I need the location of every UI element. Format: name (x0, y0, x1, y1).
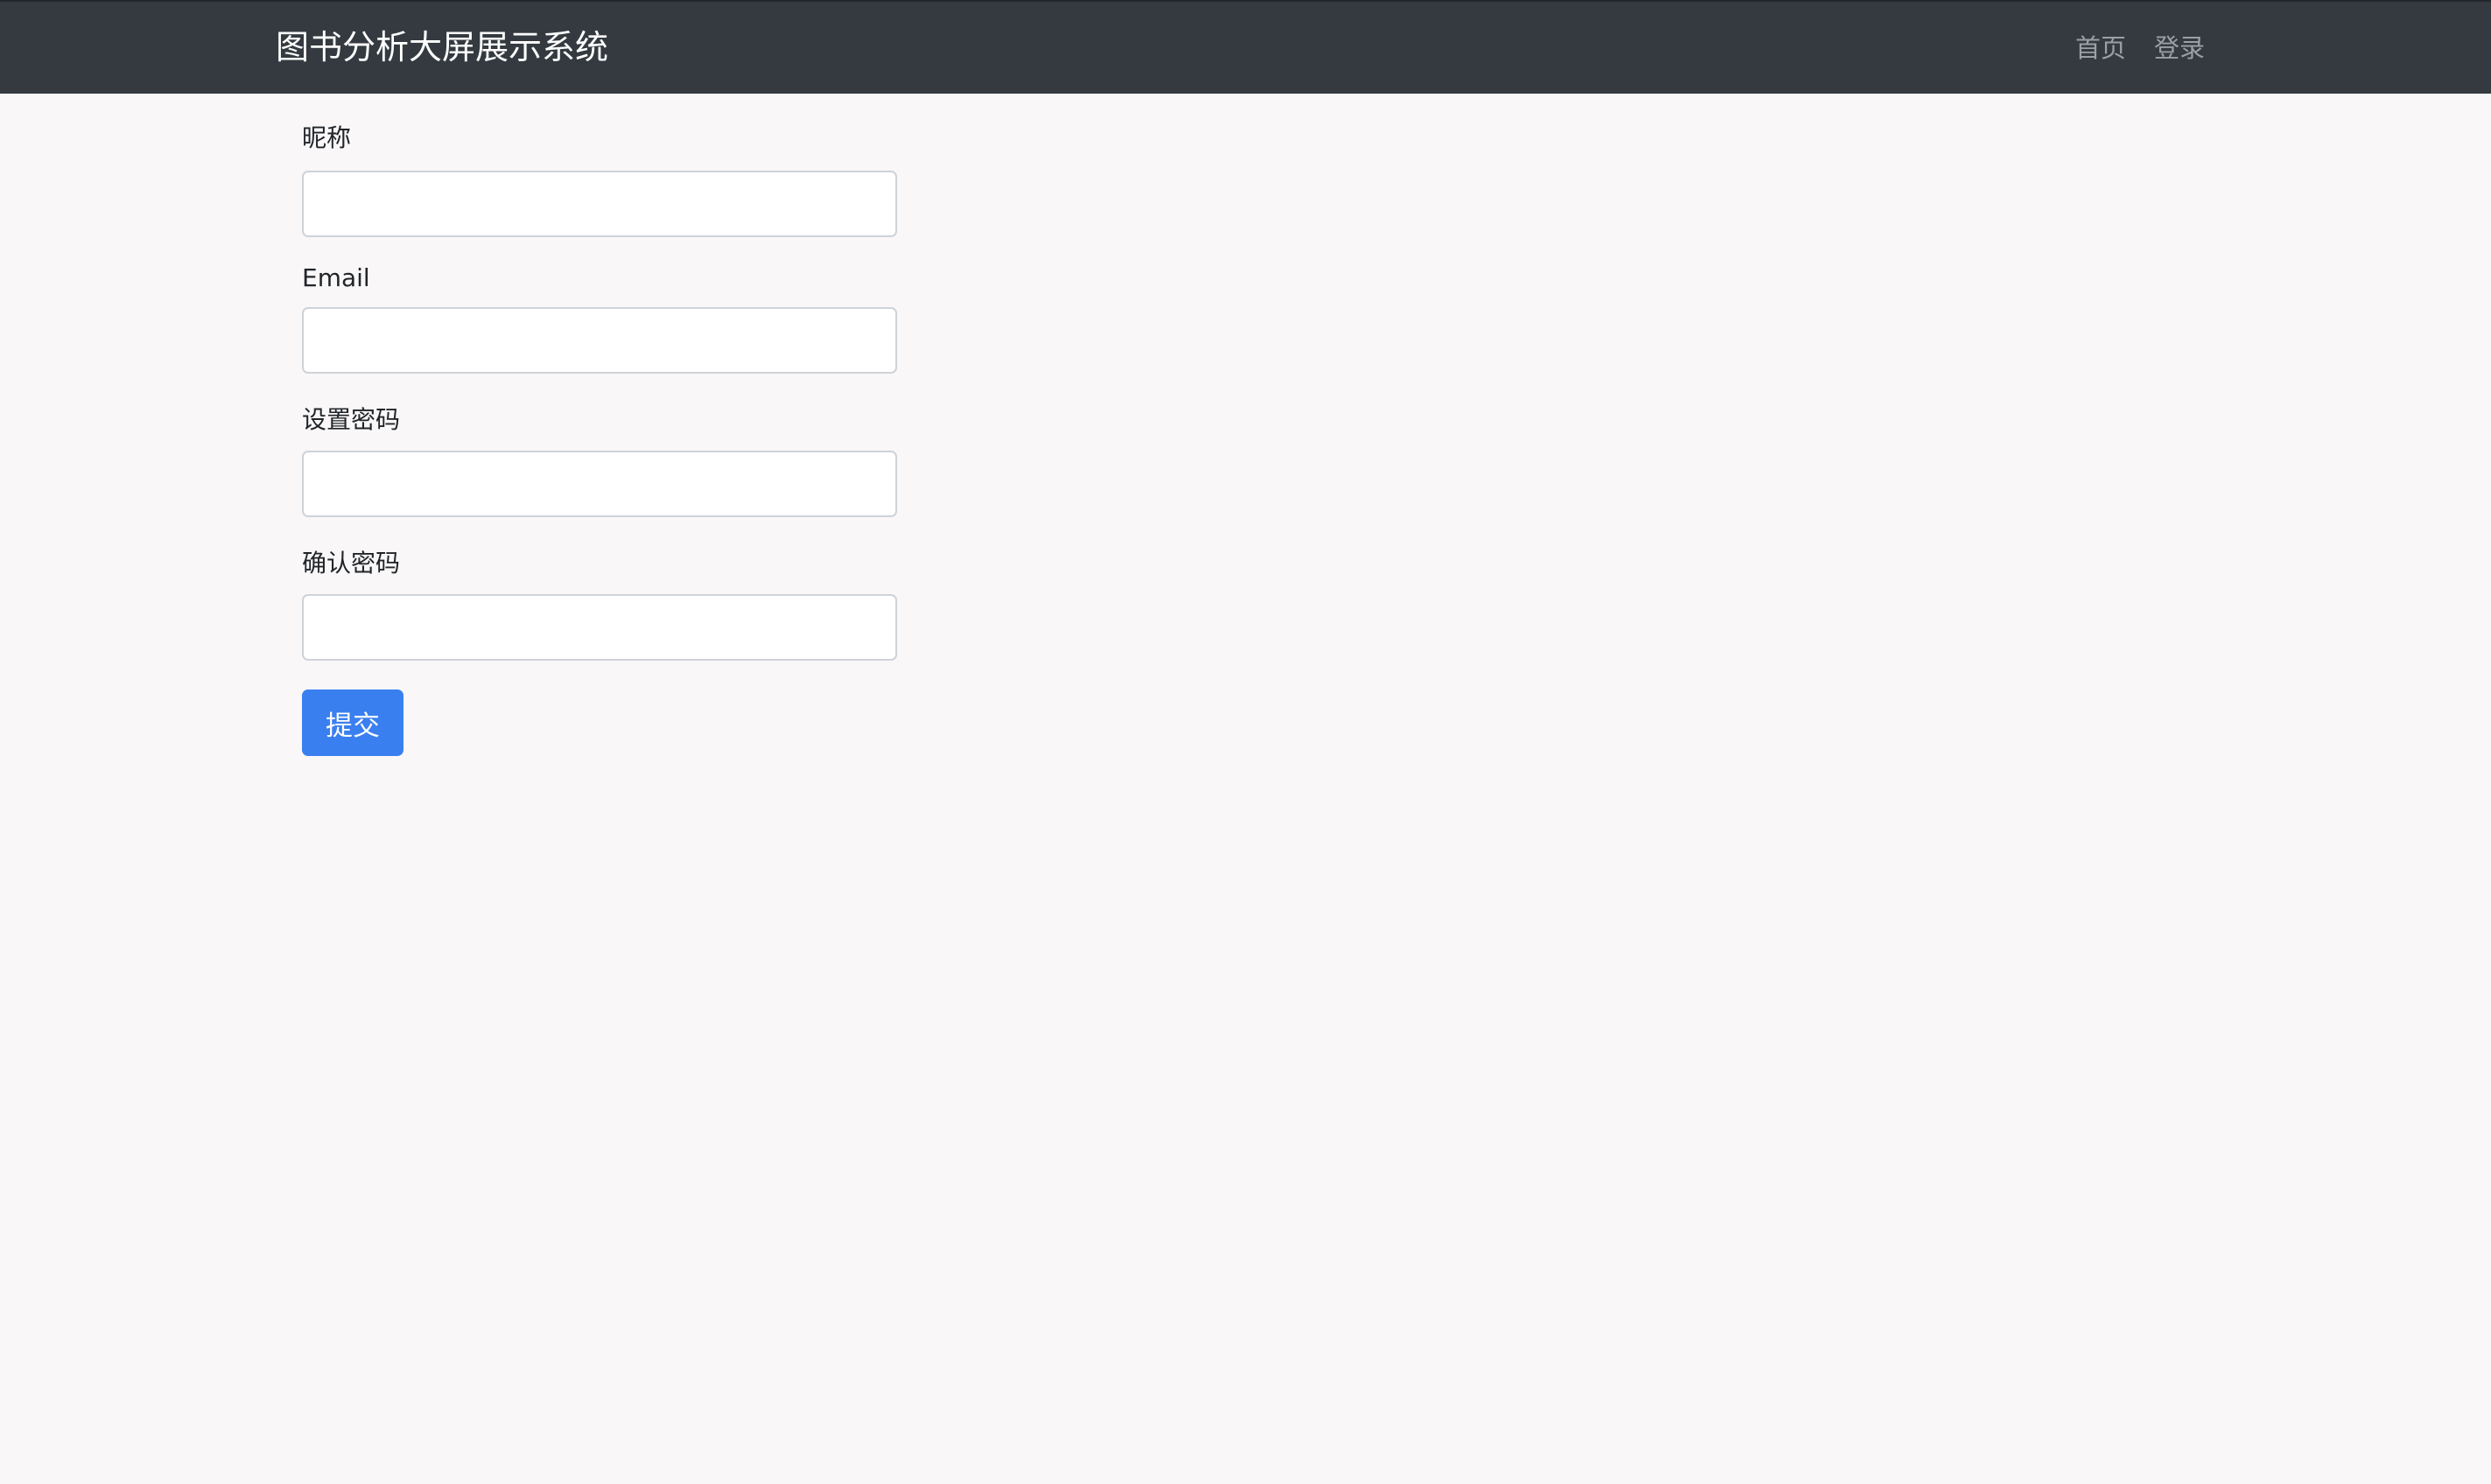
nav-links: 首页 登录 (2075, 31, 2205, 66)
set-password-label: 设置密码 (302, 405, 401, 434)
confirm-password-input[interactable] (302, 594, 897, 661)
nav-link-login[interactable]: 登录 (2154, 31, 2205, 66)
nickname-label: 昵称 (302, 123, 352, 152)
email-label: Email (302, 263, 370, 292)
top-navbar: 图书分析大屏展示系统 首页 登录 (0, 0, 2491, 94)
nav-link-home[interactable]: 首页 (2075, 31, 2126, 66)
nickname-input[interactable] (302, 171, 897, 237)
brand-title[interactable]: 图书分析大屏展示系统 (276, 26, 608, 68)
confirm-password-label: 确认密码 (302, 549, 401, 578)
submit-button[interactable]: 提交 (302, 690, 403, 756)
email-input[interactable] (302, 307, 897, 374)
set-password-input[interactable] (302, 451, 897, 517)
